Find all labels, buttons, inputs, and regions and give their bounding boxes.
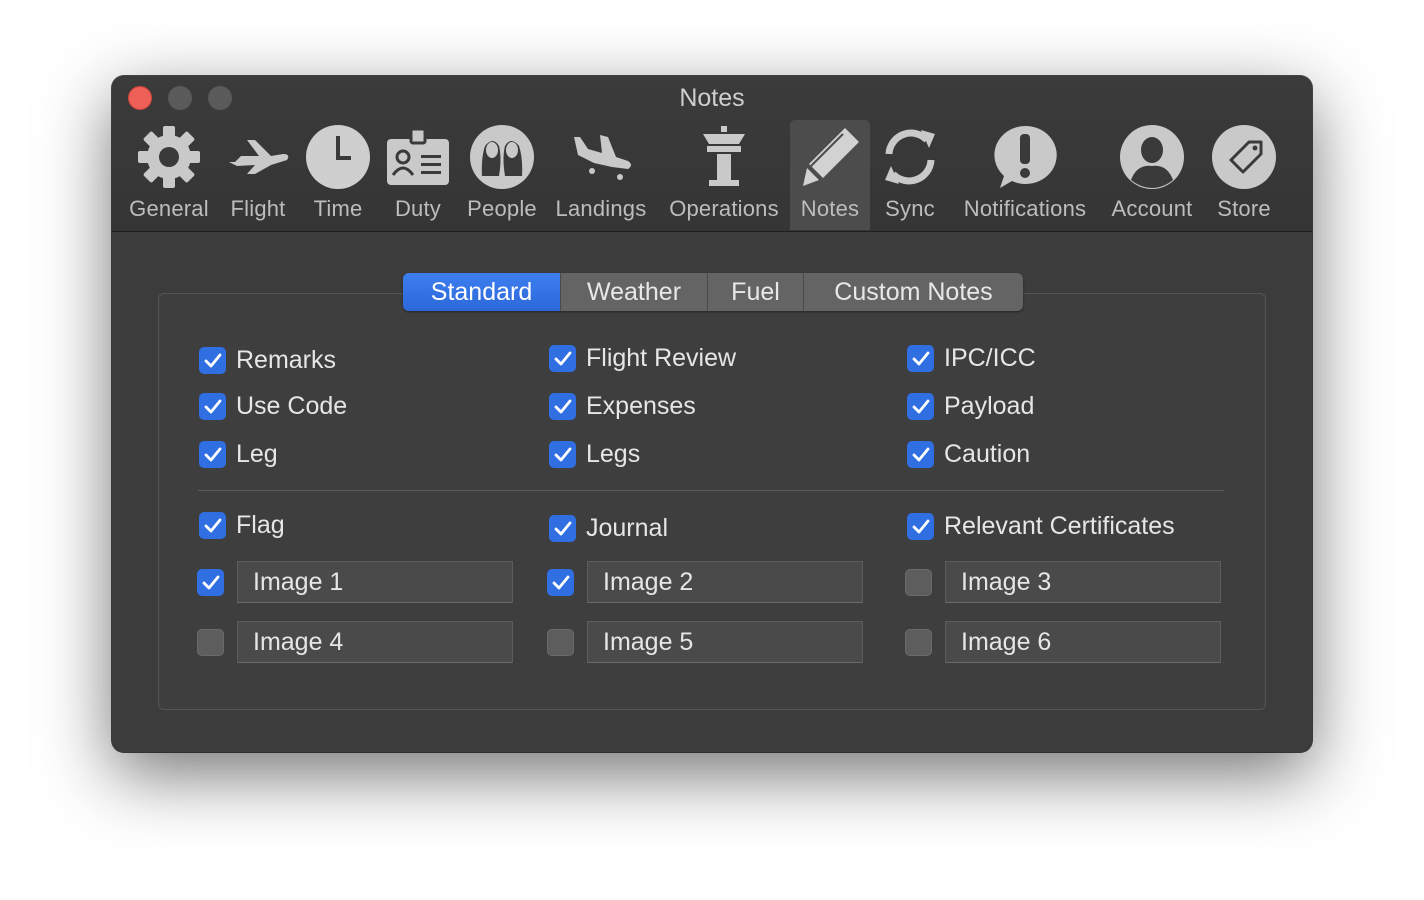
toolbar-landings[interactable]: Landings xyxy=(550,120,652,230)
preferences-window: Notes General Flight Time Duty People La… xyxy=(112,76,1312,752)
image-1-name-field[interactable] xyxy=(237,561,513,603)
exclamation-bubble-icon xyxy=(958,122,1092,192)
landing-icon xyxy=(550,122,652,192)
caution-checkbox[interactable]: Caution xyxy=(907,440,1030,469)
gear-icon xyxy=(124,122,214,192)
section-divider xyxy=(198,490,1224,491)
checkmark-icon xyxy=(202,575,219,589)
toolbar-label: Landings xyxy=(555,196,647,221)
control-tower-icon xyxy=(662,122,786,192)
titlebar: Notes General Flight Time Duty People La… xyxy=(112,76,1312,232)
toolbar-store[interactable]: Store xyxy=(1206,120,1282,230)
ipc-icc-checkbox[interactable]: IPC/ICC xyxy=(907,344,1036,373)
option-label: Use Code xyxy=(236,392,348,420)
option-label: Remarks xyxy=(236,346,337,374)
tab-fuel[interactable]: Fuel xyxy=(708,273,804,311)
relevant-certificates-checkbox[interactable]: Relevant Certificates xyxy=(907,512,1175,541)
option-label: Leg xyxy=(236,440,278,468)
pencil-icon xyxy=(790,122,870,192)
notes-tab-control: Standard Weather Fuel Custom Notes xyxy=(403,273,1023,311)
toolbar-notes[interactable]: Notes xyxy=(790,120,870,230)
toolbar-label: Time xyxy=(313,196,363,221)
legs-checkbox[interactable]: Legs xyxy=(549,440,640,469)
person-icon xyxy=(1106,122,1198,192)
option-label: Legs xyxy=(586,440,641,468)
checkmark-icon xyxy=(199,347,226,374)
toolbar-flight[interactable]: Flight xyxy=(220,120,296,230)
option-label: Flag xyxy=(236,511,285,539)
checkmark-icon xyxy=(907,441,934,468)
image-4-checkbox[interactable] xyxy=(197,629,224,656)
checkmark-icon xyxy=(549,345,576,372)
tab-custom-notes[interactable]: Custom Notes xyxy=(804,273,1023,311)
leg-checkbox[interactable]: Leg xyxy=(199,440,278,469)
toolbar-label: General xyxy=(129,196,209,221)
toolbar-label: Notifications xyxy=(963,196,1087,221)
checkmark-icon xyxy=(552,575,569,589)
image-6-checkbox[interactable] xyxy=(905,629,932,656)
journal-checkbox[interactable]: Journal xyxy=(549,514,668,543)
people-icon xyxy=(462,122,542,192)
use-code-checkbox[interactable]: Use Code xyxy=(199,392,347,421)
option-label: Journal xyxy=(586,514,668,542)
option-label: Caution xyxy=(944,440,1031,468)
image-5-name-field[interactable] xyxy=(587,621,863,663)
toolbar-label: Operations xyxy=(669,196,779,221)
checkmark-icon xyxy=(907,345,934,372)
toolbar-notifications[interactable]: Notifications xyxy=(958,120,1092,230)
checkmark-icon xyxy=(549,441,576,468)
toolbar-label: People xyxy=(467,196,537,221)
checkmark-icon xyxy=(199,512,226,539)
toolbar-label: Duty xyxy=(394,196,442,221)
image-2-checkbox[interactable] xyxy=(547,569,574,596)
image-1-checkbox[interactable] xyxy=(197,569,224,596)
toolbar-people[interactable]: People xyxy=(462,120,542,230)
clock-icon xyxy=(300,122,376,192)
airplane-icon xyxy=(220,122,296,192)
image-6-name-field[interactable] xyxy=(945,621,1221,663)
tab-standard[interactable]: Standard xyxy=(403,273,561,311)
toolbar-duty[interactable]: Duty xyxy=(380,120,456,230)
payload-checkbox[interactable]: Payload xyxy=(907,392,1034,421)
checkmark-icon xyxy=(907,513,934,540)
checkmark-icon xyxy=(907,393,934,420)
option-label: IPC/ICC xyxy=(944,344,1036,372)
remarks-checkbox[interactable]: Remarks xyxy=(199,346,336,375)
checkmark-icon xyxy=(549,515,576,542)
toolbar-account[interactable]: Account xyxy=(1106,120,1198,230)
checkmark-icon xyxy=(199,393,226,420)
option-label: Payload xyxy=(944,392,1035,420)
image-4-name-field[interactable] xyxy=(237,621,513,663)
toolbar-time[interactable]: Time xyxy=(300,120,376,230)
tab-weather[interactable]: Weather xyxy=(561,273,708,311)
toolbar-operations[interactable]: Operations xyxy=(662,120,786,230)
toolbar-label: Flight xyxy=(230,196,286,221)
option-label: Expenses xyxy=(586,392,696,420)
flight-review-checkbox[interactable]: Flight Review xyxy=(549,344,736,373)
image-3-checkbox[interactable] xyxy=(905,569,932,596)
image-2-name-field[interactable] xyxy=(587,561,863,603)
image-3-name-field[interactable] xyxy=(945,561,1221,603)
id-badge-icon xyxy=(380,122,456,192)
checkmark-icon xyxy=(549,393,576,420)
option-label: Relevant Certificates xyxy=(944,512,1175,540)
toolbar-sync[interactable]: Sync xyxy=(874,120,946,230)
flag-checkbox[interactable]: Flag xyxy=(199,511,285,540)
image-5-checkbox[interactable] xyxy=(547,629,574,656)
toolbar-label: Account xyxy=(1111,196,1193,221)
tag-icon xyxy=(1206,122,1282,192)
sync-icon xyxy=(874,122,946,192)
toolbar-label: Store xyxy=(1217,196,1271,221)
toolbar-label: Notes xyxy=(800,196,860,221)
option-label: Flight Review xyxy=(586,344,737,372)
window-title: Notes xyxy=(679,84,745,112)
expenses-checkbox[interactable]: Expenses xyxy=(549,392,696,421)
toolbar-general[interactable]: General xyxy=(124,120,214,230)
toolbar-label: Sync xyxy=(885,196,935,221)
checkmark-icon xyxy=(199,441,226,468)
